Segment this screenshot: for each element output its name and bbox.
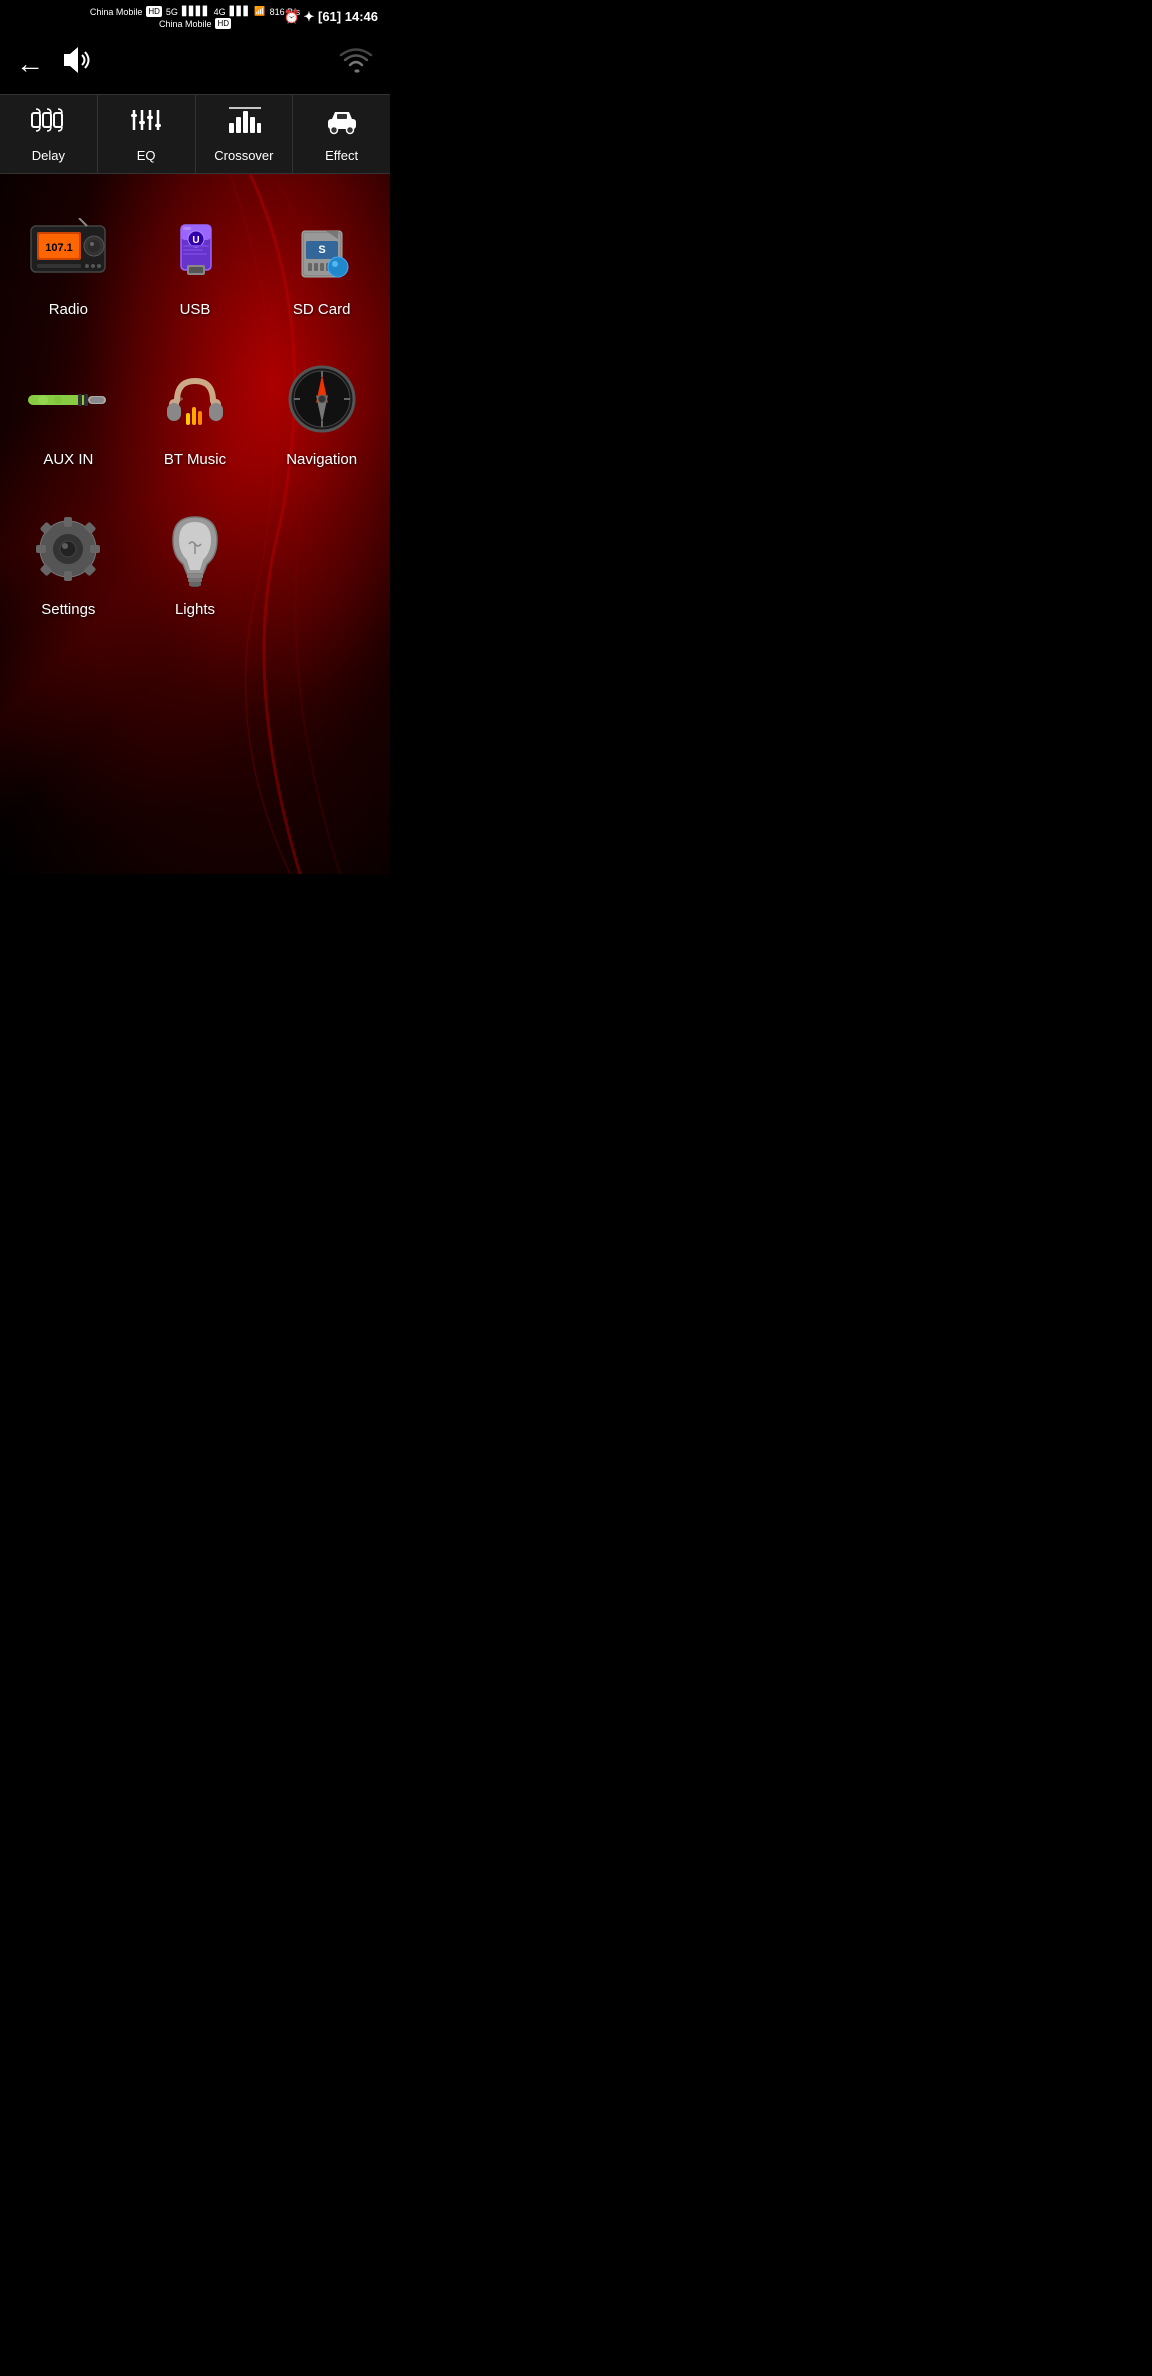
- tab-effect[interactable]: Effect: [293, 95, 390, 173]
- settings-icon-wrap: [28, 509, 108, 589]
- navigation-icon-wrap: [282, 359, 362, 439]
- app-auxin[interactable]: AUX IN: [10, 344, 127, 484]
- crossover-icon: [226, 105, 262, 142]
- carrier2-label: China Mobile: [159, 19, 212, 29]
- 4g-label: 4G: [214, 7, 226, 17]
- app-btmusic[interactable]: BT Music: [137, 344, 254, 484]
- app-radio[interactable]: 107.1 Radio: [10, 194, 127, 334]
- usb-label: USB: [180, 301, 211, 318]
- app-lights[interactable]: Lights: [137, 494, 254, 634]
- navigation-label: Navigation: [286, 451, 357, 468]
- status-right: ⏰ ✦ [61] 14:46: [284, 9, 378, 25]
- back-button[interactable]: ←: [16, 48, 44, 80]
- header-left: ←: [16, 45, 94, 82]
- settings-label: Settings: [41, 601, 95, 618]
- btmusic-label: BT Music: [164, 451, 226, 468]
- tab-crossover-label: Crossover: [214, 148, 273, 163]
- main-content: 107.1 Radio: [0, 174, 390, 874]
- app-usb[interactable]: U USB: [137, 194, 254, 334]
- tab-delay-label: Delay: [32, 148, 65, 163]
- app-empty: [263, 494, 380, 634]
- tab-effect-label: Effect: [325, 148, 358, 163]
- auxin-label: AUX IN: [43, 451, 93, 468]
- delay-icon: [30, 105, 66, 142]
- sdcard-label: SD Card: [293, 301, 351, 318]
- svg-text:107.1: 107.1: [46, 242, 74, 254]
- lights-label: Lights: [175, 601, 215, 618]
- app-settings[interactable]: Settings: [10, 494, 127, 634]
- time-display: 14:46: [345, 9, 378, 24]
- signal-bars2: ▋▋▋: [230, 6, 251, 17]
- app-grid-row1: 107.1 Radio: [0, 174, 390, 654]
- tab-eq[interactable]: EQ: [98, 95, 196, 173]
- radio-label: Radio: [49, 301, 88, 318]
- wifi-header-icon: [338, 45, 374, 82]
- btmusic-icon-wrap: [155, 359, 235, 439]
- radio-icon-wrap: 107.1: [28, 209, 108, 289]
- usb-icon-wrap: U: [155, 209, 235, 289]
- 5g-label: 5G: [166, 7, 178, 17]
- carrier-info: China Mobile HD 5G ▋▋▋▋ 4G ▋▋▋ 📶 816 B/s…: [90, 6, 300, 29]
- signal-bars1: ▋▋▋▋: [182, 6, 210, 17]
- tab-crossover[interactable]: Crossover: [196, 95, 294, 173]
- tab-bar: Delay EQ: [0, 94, 390, 174]
- status-bar: China Mobile HD 5G ▋▋▋▋ 4G ▋▋▋ 📶 816 B/s…: [0, 0, 390, 33]
- effect-icon: [324, 105, 360, 142]
- tab-eq-label: EQ: [137, 148, 156, 163]
- lights-icon-wrap: [155, 509, 235, 589]
- svg-text:U: U: [192, 235, 199, 246]
- tab-delay[interactable]: Delay: [0, 95, 98, 173]
- auxin-icon-wrap: [28, 359, 108, 439]
- hd-badge2: HD: [215, 18, 231, 29]
- wifi-status-icon: 📶: [254, 6, 265, 17]
- eq-icon: [128, 105, 164, 142]
- bluetooth-icon: ✦: [303, 9, 318, 24]
- sdcard-icon-wrap: S: [282, 209, 362, 289]
- app-navigation[interactable]: Navigation: [263, 344, 380, 484]
- carrier1-label: China Mobile: [90, 7, 143, 17]
- battery-icon: [61]: [318, 9, 341, 24]
- svg-text:S: S: [318, 244, 325, 256]
- alarm-icon: ⏰: [284, 9, 300, 24]
- hd-badge1: HD: [146, 6, 162, 17]
- header: ←: [0, 33, 390, 94]
- app-sdcard[interactable]: S SD Card: [263, 194, 380, 334]
- volume-icon[interactable]: [60, 45, 94, 82]
